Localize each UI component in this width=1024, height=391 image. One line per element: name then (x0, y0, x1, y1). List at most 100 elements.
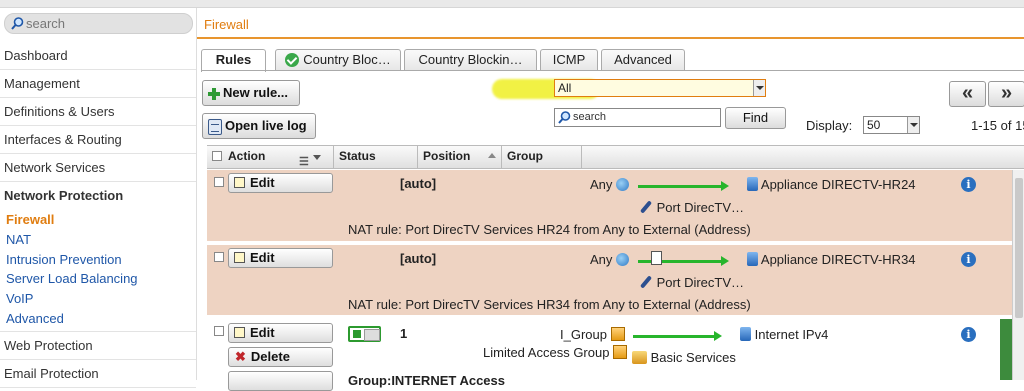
rule-service-label: Port DirecTV… (656, 200, 745, 215)
next-page-button[interactable]: » (988, 81, 1024, 107)
sidebar-item-network-services[interactable]: Network Services (0, 154, 196, 182)
sidebar-search-placeholder: search (26, 16, 66, 31)
rule-service-label: Port DirecTV… (656, 275, 745, 290)
globe-icon (616, 253, 630, 266)
scrollbar-thumb[interactable] (1015, 178, 1023, 318)
tab-country-blocking-exceptions[interactable]: Country Blockin… (404, 49, 537, 71)
open-live-log-label: Open live log (225, 118, 307, 133)
sidebar-subitem-firewall[interactable]: Firewall (0, 210, 196, 230)
more-button[interactable] (228, 371, 333, 391)
group-icon (610, 327, 625, 341)
sidebar-subitem-server-load-balancing[interactable]: Server Load Balancing (0, 269, 196, 289)
rule-status-toggle[interactable] (348, 326, 381, 342)
edit-button[interactable]: Edit (228, 323, 333, 343)
status-color-bar (1000, 319, 1012, 380)
table-row: Edit [auto] Any Appliance DIRECTV-HR34 P… (207, 245, 1012, 318)
find-label: Find (742, 110, 769, 125)
info-icon[interactable]: i (961, 327, 976, 342)
header-divider (197, 37, 1024, 39)
sidebar: search Dashboard Management Definitions … (0, 8, 197, 388)
column-menu-icon[interactable]: ☰ (299, 152, 309, 172)
select-all-checkbox[interactable] (212, 151, 222, 161)
host-icon (747, 252, 758, 266)
sidebar-item-network-protection[interactable]: Network Protection (0, 182, 196, 210)
new-rule-button[interactable]: New rule... (202, 80, 300, 106)
filter-select-value: All (558, 81, 572, 95)
edit-button[interactable]: Edit (228, 248, 333, 268)
rule-destination-label: Appliance DIRECTV-HR34 (760, 252, 916, 267)
log-icon (208, 118, 222, 135)
filter-select[interactable]: All (554, 79, 766, 97)
service-port-icon (639, 201, 653, 213)
search-icon (558, 111, 571, 124)
sidebar-item-definitions-users[interactable]: Definitions & Users (0, 98, 196, 126)
rule-source: I_Group (560, 327, 625, 342)
find-button[interactable]: Find (725, 107, 786, 129)
row-checkbox[interactable] (214, 252, 224, 262)
edit-button[interactable]: Edit (228, 173, 333, 193)
sidebar-subitem-voip[interactable]: VoIP (0, 289, 196, 309)
top-bar (0, 0, 1024, 8)
sidebar-item-email-protection[interactable]: Email Protection (0, 360, 196, 388)
rule-search-input[interactable]: search (554, 108, 721, 127)
tab-advanced[interactable]: Advanced (601, 49, 685, 71)
info-icon[interactable]: i (961, 252, 976, 267)
sidebar-item-management[interactable]: Management (0, 70, 196, 98)
sidebar-subitem-nat[interactable]: NAT (0, 230, 196, 250)
sidebar-item-interfaces-routing[interactable]: Interfaces & Routing (0, 126, 196, 154)
rule-destination-label: Appliance DIRECTV-HR24 (760, 177, 916, 192)
edit-icon (234, 327, 245, 338)
delete-button[interactable]: ✖ Delete (228, 347, 333, 367)
open-live-log-button[interactable]: Open live log (202, 113, 316, 139)
info-icon[interactable]: i (961, 177, 976, 192)
rule-service: Port DirecTV… (639, 200, 744, 215)
sidebar-subitem-intrusion-prevention[interactable]: Intrusion Prevention (0, 250, 196, 270)
header-action[interactable]: Action ☰ (207, 146, 334, 169)
edit-label: Edit (250, 250, 275, 265)
rule-source-2-label: Limited Access Group (483, 345, 610, 360)
rule-source-label: I_Group (560, 327, 607, 342)
sidebar-search-input[interactable]: search (4, 13, 193, 34)
table-scrollbar[interactable] (1012, 170, 1024, 380)
rule-source-2: Limited Access Group (483, 345, 628, 360)
rule-source: Any (590, 177, 630, 192)
header-group[interactable]: Group (502, 146, 582, 169)
prev-page-button[interactable]: « (949, 81, 986, 107)
tab-country-blocking-label: Country Bloc… (303, 52, 391, 67)
rule-destination: Internet IPv4 (740, 327, 828, 342)
service-group-icon (632, 351, 647, 364)
new-rule-label: New rule... (223, 85, 289, 100)
header-position-label: Position (423, 149, 471, 163)
display-count-select[interactable]: 50 (863, 116, 920, 134)
edit-icon (234, 252, 245, 263)
tab-icmp[interactable]: ICMP (540, 49, 598, 71)
tab-country-blocking[interactable]: Country Bloc… (275, 49, 401, 71)
document-icon (651, 251, 662, 265)
allow-arrow-icon (633, 331, 722, 341)
rule-comment: NAT rule: Port DirecTV Services HR24 fro… (348, 222, 751, 237)
row-checkbox[interactable] (214, 177, 224, 187)
tab-advanced-label: Advanced (614, 52, 672, 67)
rule-service: Port DirecTV… (639, 275, 744, 290)
chevron-down-icon (907, 117, 919, 133)
delete-label: Delete (250, 349, 290, 364)
rule-service: Basic Services (632, 350, 736, 365)
tab-rules[interactable]: Rules (201, 49, 266, 72)
display-count-value: 50 (867, 118, 881, 132)
display-label: Display: (806, 118, 853, 133)
tab-country-blocking-exceptions-label: Country Blockin… (418, 52, 523, 67)
header-status[interactable]: Status (334, 146, 418, 169)
search-icon (11, 17, 24, 30)
sidebar-item-web-protection[interactable]: Web Protection (0, 332, 196, 360)
edit-label: Edit (250, 175, 275, 190)
chevron-down-icon (753, 80, 765, 96)
header-action-label: Action (228, 149, 266, 163)
row-checkbox[interactable] (214, 326, 224, 336)
edit-label: Edit (250, 325, 275, 340)
sidebar-subitem-advanced[interactable]: Advanced (0, 309, 196, 329)
sidebar-item-dashboard[interactable]: Dashboard (0, 42, 196, 70)
rule-position: [auto] (400, 176, 437, 191)
host-icon (747, 177, 758, 191)
rule-source-label: Any (590, 177, 613, 192)
header-position[interactable]: Position (418, 146, 502, 169)
